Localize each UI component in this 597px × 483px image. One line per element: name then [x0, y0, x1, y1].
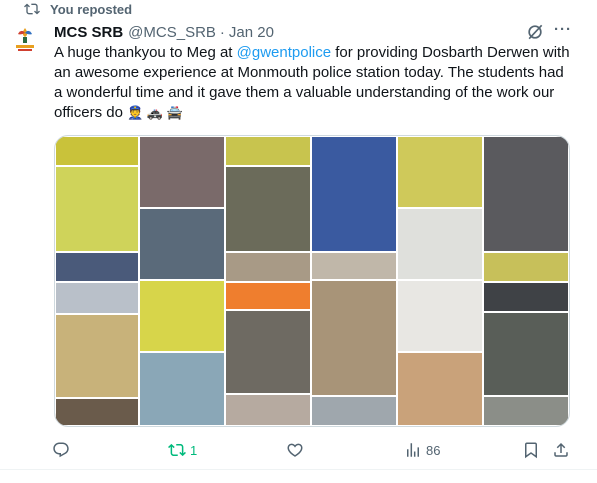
author-name[interactable]: MCS SRB [54, 24, 123, 41]
repost-icon [24, 3, 40, 15]
tweet-text: A huge thankyou to Meg at @gwentpolice f… [54, 43, 576, 123]
photo-tile[interactable] [311, 396, 397, 426]
action-bar: 1 86 [52, 440, 574, 462]
reply-icon [53, 442, 69, 458]
bookmark-button[interactable] [522, 440, 540, 460]
more-icon[interactable]: ··· [553, 20, 573, 40]
photo-tile[interactable] [55, 398, 139, 426]
share-button[interactable] [552, 440, 570, 460]
views-icon [407, 443, 419, 457]
grok-icon[interactable] [525, 22, 545, 42]
repost-label: You reposted [50, 1, 133, 17]
repost-indicator: You reposted [24, 0, 132, 18]
repost-icon [168, 443, 186, 457]
photo-tile[interactable] [483, 282, 569, 312]
like-icon [287, 443, 303, 457]
photo-tile[interactable] [139, 208, 225, 280]
photo-tile[interactable] [139, 136, 225, 208]
tweet-date[interactable]: Jan 20 [229, 24, 274, 41]
reply-button[interactable] [52, 440, 74, 460]
mention-link[interactable]: @gwentpolice [237, 44, 331, 61]
photo-tile[interactable] [55, 252, 139, 282]
header-separator: · [219, 23, 225, 41]
photo-tile[interactable] [225, 136, 311, 166]
tweet-emojis: 👮 🚓 🚔 [127, 105, 183, 120]
views-count: 86 [426, 442, 441, 458]
photo-tile[interactable] [483, 136, 569, 252]
views-button[interactable]: 86 [404, 440, 440, 460]
photo-tile[interactable] [483, 312, 569, 396]
photo-tile[interactable] [397, 280, 483, 352]
photo-tile[interactable] [397, 352, 483, 426]
repost-button[interactable]: 1 [168, 440, 197, 460]
photo-tile[interactable] [397, 136, 483, 208]
photo-tile[interactable] [55, 166, 139, 252]
photo-tile[interactable] [55, 282, 139, 314]
tweet-text-part-1: A huge thankyou to Meg at [54, 44, 237, 61]
photo-tile[interactable] [225, 282, 311, 310]
photo-tile[interactable] [311, 136, 397, 252]
photo-tile[interactable] [55, 136, 139, 166]
photo-tile[interactable] [225, 310, 311, 394]
divider [0, 469, 597, 470]
share-icon [554, 442, 568, 457]
photo-tile[interactable] [225, 394, 311, 426]
photo-tile[interactable] [311, 252, 397, 280]
media-collage[interactable] [54, 135, 570, 427]
photo-tile[interactable] [55, 314, 139, 398]
photo-tile[interactable] [483, 396, 569, 426]
photo-tile[interactable] [311, 280, 397, 396]
repost-count: 1 [190, 442, 198, 458]
photo-tile[interactable] [139, 352, 225, 426]
photo-tile[interactable] [397, 208, 483, 280]
photo-tile[interactable] [483, 252, 569, 282]
bookmark-icon [525, 442, 537, 459]
photo-tile[interactable] [225, 252, 311, 282]
avatar[interactable] [10, 24, 40, 56]
photo-tile[interactable] [139, 280, 225, 352]
tweet-header: MCS SRB @MCS_SRB · Jan 20 [54, 22, 577, 42]
photo-tile[interactable] [225, 166, 311, 252]
author-handle[interactable]: @MCS_SRB [128, 24, 216, 41]
like-button[interactable] [286, 440, 308, 460]
